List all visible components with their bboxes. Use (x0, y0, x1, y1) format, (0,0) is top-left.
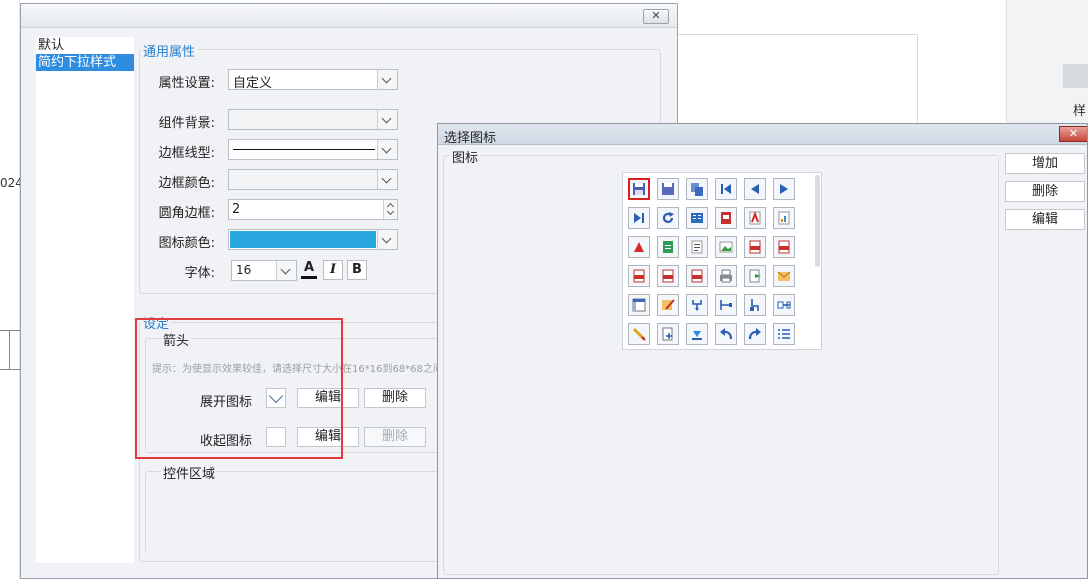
icon-color-label: 图标颜色: (158, 236, 215, 251)
font-color-button[interactable]: A (299, 260, 319, 280)
add-button[interactable]: 增加 (1005, 153, 1085, 174)
insert-right-icon[interactable] (715, 294, 737, 316)
spinner-arrows[interactable] (383, 200, 397, 219)
attr-setting-label: 属性设置: (158, 76, 215, 91)
book-icon[interactable] (686, 207, 708, 229)
pdf-icon[interactable] (744, 207, 766, 229)
download-icon[interactable] (686, 323, 708, 345)
corner-value: 2 (232, 202, 241, 217)
word-icon[interactable] (686, 236, 708, 258)
choose-icon-dialog: 选择图标 ✕ 图标 增加 删除 编辑 (437, 123, 1088, 579)
split-icon[interactable] (773, 294, 795, 316)
font-label: 字体: (184, 266, 215, 281)
highlight-frame (135, 318, 343, 459)
html-icon[interactable] (744, 236, 766, 258)
redo-icon[interactable] (744, 323, 766, 345)
bg-label: 组件背景: (158, 116, 215, 131)
jpg-icon[interactable] (628, 265, 650, 287)
flash-icon[interactable] (715, 207, 737, 229)
style-item-simple-dropdown[interactable]: 简约下拉样式 (36, 54, 134, 71)
list-icon[interactable] (773, 323, 795, 345)
image-icon[interactable] (715, 236, 737, 258)
corner-spinner[interactable]: 2 (228, 199, 398, 220)
delete-collapse-button[interactable]: 删除 (364, 427, 426, 447)
new-file-icon[interactable] (657, 323, 679, 345)
border-line-label: 边框线型: (158, 146, 215, 161)
icon-color-select[interactable] (228, 229, 398, 250)
first-page-icon[interactable] (715, 178, 737, 200)
bg-preview-box (678, 34, 918, 130)
insert-below-icon[interactable] (744, 294, 766, 316)
bg-mini-table (0, 330, 20, 370)
prev-icon[interactable] (744, 178, 766, 200)
corner-label: 圆角边框: (158, 206, 215, 221)
attr-setting-select[interactable]: 自定义 (228, 69, 398, 91)
border-color-select[interactable] (228, 169, 398, 190)
print-icon[interactable] (715, 265, 737, 287)
next-icon[interactable] (773, 178, 795, 200)
bg-left-strip (0, 0, 20, 579)
border-line-select[interactable] (228, 139, 398, 160)
undo-icon[interactable] (715, 323, 737, 345)
icon-dialog-title: 选择图标 (444, 131, 497, 146)
general-section-title: 通用属性 (141, 41, 198, 60)
font-size-select[interactable]: 16 (231, 260, 297, 281)
bg-gray-bar (1063, 64, 1088, 88)
italic-button[interactable]: I (323, 260, 343, 280)
color-swatch (230, 231, 376, 248)
last-page-icon[interactable] (628, 207, 650, 229)
bold-button[interactable]: B (347, 260, 367, 280)
delete-expand-button[interactable]: 删除 (364, 388, 426, 408)
export-icon[interactable] (744, 265, 766, 287)
edit-form-icon[interactable] (657, 294, 679, 316)
chart-icon[interactable] (773, 207, 795, 229)
chevron-down-icon[interactable] (377, 170, 397, 189)
chevron-down-icon[interactable] (377, 140, 397, 159)
line-sample (233, 149, 375, 150)
excel-icon[interactable] (657, 236, 679, 258)
save-as-icon[interactable] (657, 178, 679, 200)
chevron-down-icon[interactable] (276, 261, 296, 280)
copy-icon[interactable] (686, 178, 708, 200)
merge-icon[interactable] (686, 294, 708, 316)
pencil-icon[interactable] (628, 323, 650, 345)
layout-icon[interactable] (628, 294, 650, 316)
save-icon[interactable] (628, 178, 650, 200)
attr-setting-value: 自定义 (233, 76, 273, 91)
control-area-title: 控件区域 (161, 463, 218, 482)
delete-button[interactable]: 删除 (1005, 181, 1085, 202)
chevron-down-icon[interactable] (377, 230, 397, 249)
close-icon[interactable]: ✕ (1059, 126, 1087, 142)
chevron-down-icon[interactable] (377, 110, 397, 129)
gif-icon[interactable] (657, 265, 679, 287)
email-icon[interactable] (773, 265, 795, 287)
chevron-down-icon[interactable] (377, 70, 397, 89)
scrollbar[interactable] (815, 175, 820, 267)
border-color-label: 边框颜色: (158, 176, 215, 191)
icon-dialog-titlebar: 选择图标 ✕ (438, 124, 1087, 146)
bg-select[interactable] (228, 109, 398, 130)
dialog-titlebar: ✕ (21, 4, 677, 28)
font-size-value: 16 (236, 263, 252, 277)
icon-grid (622, 172, 822, 350)
close-button[interactable]: ✕ (643, 9, 669, 24)
refresh-icon[interactable] (657, 207, 679, 229)
icon-group-label: 图标 (450, 147, 481, 166)
style-list: 默认 简约下拉样式 (36, 37, 134, 563)
png-icon[interactable] (686, 265, 708, 287)
svg-icon[interactable] (773, 236, 795, 258)
chevron-down-icon[interactable] (386, 207, 395, 216)
edit-button[interactable]: 编辑 (1005, 209, 1085, 230)
style-item-default[interactable]: 默认 (36, 37, 134, 54)
pdf-export-icon[interactable] (628, 236, 650, 258)
